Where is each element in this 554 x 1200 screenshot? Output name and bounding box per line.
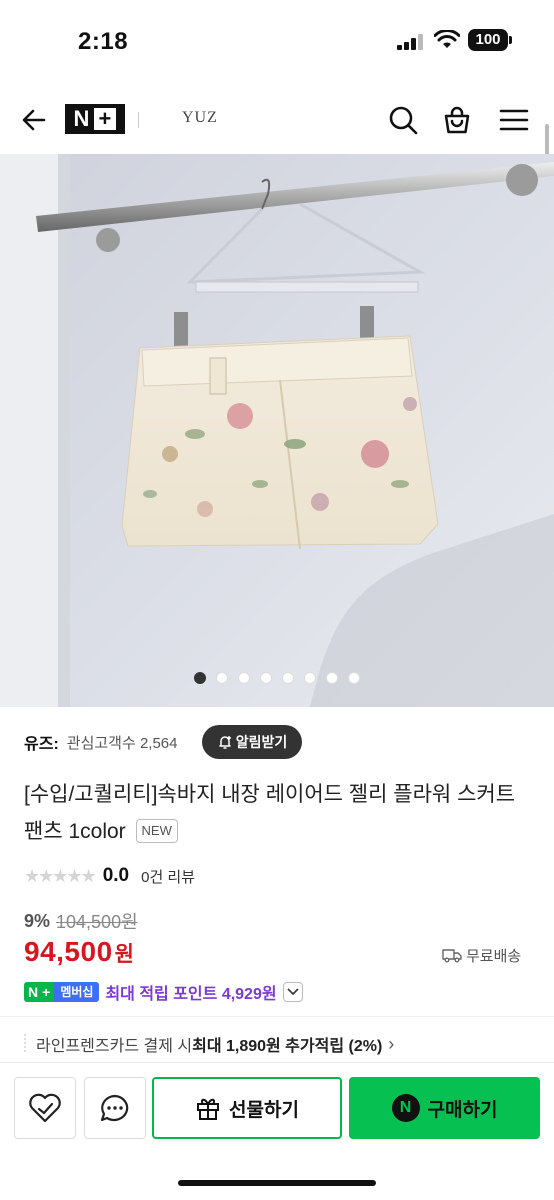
logo-plus: + xyxy=(94,108,117,130)
talk-button[interactable] xyxy=(84,1077,146,1139)
carousel-dot[interactable] xyxy=(348,672,360,684)
discount-row: 9% 104,500원 xyxy=(24,908,138,934)
arrow-left-icon xyxy=(22,109,46,131)
naver-plus-logo[interactable]: N + xyxy=(65,104,125,134)
buy-button[interactable]: N 구매하기 xyxy=(349,1077,540,1139)
hamburger-menu-icon xyxy=(499,109,529,131)
product-image[interactable] xyxy=(0,154,554,707)
review-count: 0건 리뷰 xyxy=(141,868,196,886)
store-info: 유즈: 관심고객수 2,564 xyxy=(24,724,178,760)
notify-label: 알림받기 xyxy=(235,734,288,750)
naver-plus-membership-badge: N + 멤버십 xyxy=(24,982,100,1002)
product-title-text: [수입/고퀄리티]속바지 내장 레이어드 젤리 플라워 스커트 팬츠 1colo… xyxy=(24,783,516,843)
cellular-signal-icon xyxy=(397,34,423,50)
product-title: [수입/고퀄리티]속바지 내장 레이어드 젤리 플라워 스커트 팬츠 1colo… xyxy=(24,776,524,850)
status-bar: 2:18 100 xyxy=(0,0,554,80)
rating-row[interactable]: ★★★★★ 0.0 0건 리뷰 xyxy=(24,862,195,890)
wifi-icon xyxy=(434,30,460,48)
carousel-dot[interactable] xyxy=(260,672,272,684)
product-photo xyxy=(0,154,554,707)
new-badge: NEW xyxy=(135,819,178,843)
shipping-info: 무료배송 xyxy=(442,943,521,967)
card-benefit-row[interactable]: 라인프렌즈카드 결제 시 최대 1,890원 추가적립 (2%) › xyxy=(36,1031,394,1057)
price-row: 94,500 원 xyxy=(24,936,134,976)
back-button[interactable] xyxy=(14,100,54,140)
dotted-marker xyxy=(24,1034,26,1052)
bell-plus-icon xyxy=(218,736,231,749)
wishlist-button[interactable] xyxy=(14,1077,76,1139)
price-unit: 원 xyxy=(114,943,134,966)
membership-badge-text: 멤버십 xyxy=(54,982,100,1002)
menu-button[interactable] xyxy=(494,100,534,140)
gift-label: 선물하기 xyxy=(229,1099,299,1121)
status-time: 2:18 xyxy=(78,28,129,55)
naver-n-icon: N xyxy=(391,1094,420,1122)
carousel-dot[interactable] xyxy=(194,672,206,684)
store-name[interactable]: YUZ xyxy=(182,109,218,127)
shopping-bag-icon xyxy=(444,106,470,134)
top-nav: N + YUZ xyxy=(0,86,554,154)
logo-n: N xyxy=(73,106,91,131)
membership-badge-n: N xyxy=(24,982,43,1002)
carousel-dot[interactable] xyxy=(304,672,316,684)
store-label[interactable]: 유즈: xyxy=(24,730,59,754)
search-icon xyxy=(389,106,418,135)
carousel-dot[interactable] xyxy=(238,672,250,684)
membership-points[interactable]: N + 멤버십 최대 적립 포인트 4,929원 xyxy=(24,980,303,1004)
membership-badge-plus: + xyxy=(42,982,55,1002)
carousel-dot[interactable] xyxy=(326,672,338,684)
max-points: 최대 적립 포인트 4,929원 xyxy=(105,986,277,1003)
original-price: 104,500원 xyxy=(56,912,138,932)
nav-divider xyxy=(138,112,139,128)
discount-rate: 9% xyxy=(24,910,51,931)
gift-button[interactable]: 선물하기 xyxy=(152,1077,342,1139)
heart-check-icon xyxy=(29,1093,61,1123)
star-rating-icon: ★★★★★ xyxy=(24,865,97,886)
battery-nub xyxy=(509,36,512,44)
carousel-dot[interactable] xyxy=(216,672,228,684)
card-benefit-prefix: 라인프렌즈카드 결제 시 xyxy=(36,1038,193,1055)
buy-label: 구매하기 xyxy=(427,1099,498,1121)
battery-indicator: 100 xyxy=(468,29,508,51)
carousel-dot[interactable] xyxy=(282,672,294,684)
search-button[interactable] xyxy=(383,100,423,140)
points-expand-button[interactable] xyxy=(282,982,303,1002)
gift-icon xyxy=(197,1098,220,1120)
home-indicator[interactable] xyxy=(178,1180,376,1186)
section-divider xyxy=(0,1016,554,1017)
chevron-down-icon xyxy=(287,988,299,996)
card-benefit-amount: 최대 1,890원 추가적립 (2%) xyxy=(192,1038,383,1055)
notify-button[interactable]: 알림받기 xyxy=(202,725,302,759)
rating-value: 0.0 xyxy=(102,865,130,886)
cart-button[interactable] xyxy=(437,100,477,140)
chevron-right-icon: › xyxy=(388,1033,395,1054)
interest-count: 관심고객수 2,564 xyxy=(66,734,178,752)
carousel-dots xyxy=(0,672,554,688)
delivery-truck-icon xyxy=(442,949,462,963)
shipping-label: 무료배송 xyxy=(466,947,522,965)
chat-bubble-icon xyxy=(100,1094,129,1122)
sale-price: 94,500 xyxy=(24,936,113,967)
